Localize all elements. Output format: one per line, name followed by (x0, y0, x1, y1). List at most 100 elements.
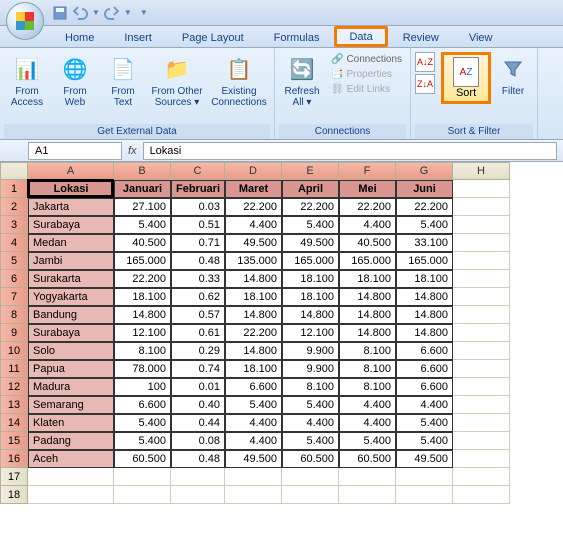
data-cell[interactable]: 14.800 (225, 342, 282, 360)
data-cell[interactable]: 6.600 (396, 378, 453, 396)
col-header-c[interactable]: C (171, 162, 225, 180)
data-cell[interactable]: 8.100 (114, 342, 171, 360)
connections-button[interactable]: 🔗Connections (327, 52, 406, 67)
sort-az-button[interactable]: A↓Z (415, 52, 435, 72)
sort-za-button[interactable]: Z↓A (415, 74, 435, 94)
tab-view[interactable]: View (454, 27, 508, 47)
cell[interactable] (453, 360, 510, 378)
data-cell[interactable]: 22.200 (339, 198, 396, 216)
data-cell[interactable]: 0.51 (171, 216, 225, 234)
data-cell[interactable]: 22.200 (282, 198, 339, 216)
data-cell[interactable]: 12.100 (282, 324, 339, 342)
data-cell[interactable]: 5.400 (396, 414, 453, 432)
col-header-e[interactable]: E (282, 162, 339, 180)
data-cell[interactable]: 165.000 (114, 252, 171, 270)
cell[interactable] (453, 180, 510, 198)
name-box[interactable] (28, 142, 122, 160)
data-cell[interactable]: 0.74 (171, 360, 225, 378)
col-header-f[interactable]: F (339, 162, 396, 180)
sort-button[interactable]: AZ Sort (441, 52, 491, 104)
data-cell[interactable]: 4.400 (339, 414, 396, 432)
row-header-7[interactable]: 7 (0, 288, 28, 306)
data-cell[interactable]: 49.500 (225, 450, 282, 468)
data-cell[interactable]: 18.100 (225, 360, 282, 378)
location-cell[interactable]: Solo (28, 342, 114, 360)
data-cell[interactable]: 0.01 (171, 378, 225, 396)
qat-customize-icon[interactable]: ▼ (140, 8, 148, 17)
header-cell[interactable]: Mei (339, 180, 396, 198)
location-cell[interactable]: Madura (28, 378, 114, 396)
cell[interactable] (453, 324, 510, 342)
cell[interactable] (453, 270, 510, 288)
row-header-17[interactable]: 17 (0, 468, 28, 486)
cell[interactable] (28, 486, 114, 504)
data-cell[interactable]: 14.800 (225, 306, 282, 324)
undo-icon[interactable] (72, 5, 88, 21)
data-cell[interactable]: 60.500 (339, 450, 396, 468)
formula-bar[interactable]: Lokasi (143, 142, 557, 160)
existing-connections-button[interactable]: 📋Existing Connections (208, 52, 270, 110)
row-header-18[interactable]: 18 (0, 486, 28, 504)
row-header-14[interactable]: 14 (0, 414, 28, 432)
cell[interactable] (453, 252, 510, 270)
data-cell[interactable]: 0.61 (171, 324, 225, 342)
data-cell[interactable]: 14.800 (339, 324, 396, 342)
cell[interactable] (453, 216, 510, 234)
header-cell[interactable]: April (282, 180, 339, 198)
refresh-all-button[interactable]: 🔄Refresh All ▾ (279, 52, 325, 110)
data-cell[interactable]: 14.800 (282, 306, 339, 324)
data-cell[interactable]: 18.100 (396, 270, 453, 288)
header-cell[interactable]: Januari (114, 180, 171, 198)
location-cell[interactable]: Yogyakarta (28, 288, 114, 306)
data-cell[interactable]: 18.100 (282, 288, 339, 306)
from-access-button[interactable]: 📊From Access (4, 52, 50, 110)
data-cell[interactable]: 9.900 (282, 342, 339, 360)
data-cell[interactable]: 5.400 (225, 396, 282, 414)
row-header-6[interactable]: 6 (0, 270, 28, 288)
cell[interactable] (453, 306, 510, 324)
data-cell[interactable]: 60.500 (282, 450, 339, 468)
edit-links-button[interactable]: ⛓Edit Links (327, 82, 406, 97)
data-cell[interactable]: 18.100 (114, 288, 171, 306)
data-cell[interactable]: 60.500 (114, 450, 171, 468)
cell[interactable] (453, 342, 510, 360)
from-web-button[interactable]: 🌐From Web (52, 52, 98, 110)
location-cell[interactable]: Padang (28, 432, 114, 450)
cell[interactable] (453, 198, 510, 216)
header-cell[interactable]: Maret (225, 180, 282, 198)
data-cell[interactable]: 14.800 (225, 270, 282, 288)
data-cell[interactable]: 0.33 (171, 270, 225, 288)
row-header-11[interactable]: 11 (0, 360, 28, 378)
cell[interactable] (453, 288, 510, 306)
data-cell[interactable]: 100 (114, 378, 171, 396)
data-cell[interactable]: 5.400 (282, 216, 339, 234)
data-cell[interactable]: 8.100 (339, 378, 396, 396)
row-header-15[interactable]: 15 (0, 432, 28, 450)
data-cell[interactable]: 49.500 (225, 234, 282, 252)
cell[interactable] (396, 486, 453, 504)
cell[interactable] (453, 450, 510, 468)
properties-button[interactable]: 📑Properties (327, 67, 406, 82)
filter-button[interactable]: Filter (493, 52, 533, 99)
data-cell[interactable]: 22.200 (225, 324, 282, 342)
col-header-g[interactable]: G (396, 162, 453, 180)
undo-dropdown-icon[interactable]: ▼ (92, 8, 100, 17)
header-cell[interactable]: Februari (171, 180, 225, 198)
header-cell[interactable]: Juni (396, 180, 453, 198)
cell[interactable] (339, 486, 396, 504)
data-cell[interactable]: 14.800 (339, 306, 396, 324)
data-cell[interactable]: 40.500 (339, 234, 396, 252)
data-cell[interactable]: 12.100 (114, 324, 171, 342)
data-cell[interactable]: 4.400 (225, 414, 282, 432)
data-cell[interactable]: 14.800 (339, 288, 396, 306)
cell[interactable] (453, 414, 510, 432)
cells[interactable]: LokasiJanuariFebruariMaretAprilMeiJuniJa… (28, 180, 510, 504)
office-button[interactable] (6, 2, 44, 40)
cell[interactable] (453, 486, 510, 504)
tab-formulas[interactable]: Formulas (259, 27, 335, 47)
location-cell[interactable]: Bandung (28, 306, 114, 324)
data-cell[interactable]: 5.400 (339, 432, 396, 450)
location-cell[interactable]: Surabaya (28, 324, 114, 342)
data-cell[interactable]: 18.100 (282, 270, 339, 288)
data-cell[interactable]: 49.500 (282, 234, 339, 252)
